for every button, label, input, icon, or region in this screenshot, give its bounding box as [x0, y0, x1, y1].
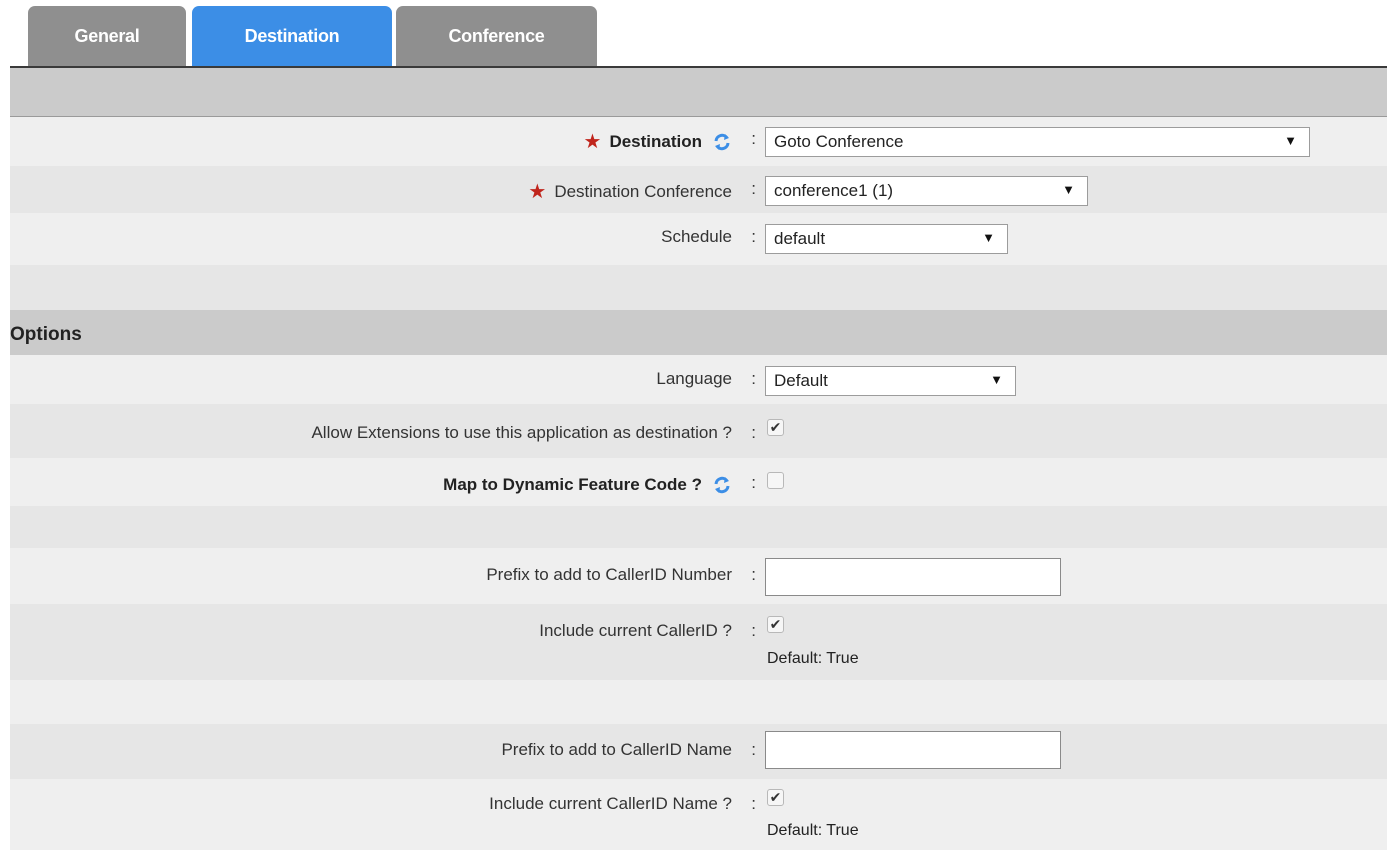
row-prefix-name: Prefix to add to CallerID Name :	[10, 724, 1387, 779]
schedule-select[interactable]: default ▼	[765, 224, 1008, 254]
row-map-dynamic: Map to Dynamic Feature Code ? :	[10, 458, 1387, 506]
colon: :	[751, 129, 756, 148]
include-callerid-name-label-text: Include current CallerID Name ?	[489, 794, 732, 813]
destination-select-value: Goto Conference	[774, 132, 904, 151]
options-section-header: Options	[10, 310, 1387, 355]
colon: :	[751, 423, 756, 442]
required-icon: ★	[583, 131, 602, 153]
colon: :	[751, 179, 756, 198]
colon: :	[751, 473, 756, 492]
include-callerid-name-label: Include current CallerID Name ?	[489, 794, 732, 814]
map-dynamic-label-text: Map to Dynamic Feature Code ?	[443, 475, 702, 494]
chevron-down-icon: ▼	[990, 372, 1003, 387]
row-prefix-number: Prefix to add to CallerID Number :	[10, 548, 1387, 604]
destination-conference-label: ★ Destination Conference	[528, 179, 732, 204]
tab-destination[interactable]: Destination	[192, 6, 392, 66]
schedule-label: Schedule	[661, 227, 732, 247]
include-callerid-name-default-note: Default: True	[767, 822, 859, 839]
schedule-value: default	[774, 229, 826, 248]
destination-conference-select[interactable]: conference1 (1) ▼	[765, 176, 1088, 206]
colon: :	[751, 740, 756, 759]
prefix-name-label-text: Prefix to add to CallerID Name	[501, 740, 732, 759]
colon: :	[751, 565, 756, 584]
colon: :	[751, 621, 756, 640]
destination-label: ★ Destination	[584, 129, 733, 154]
language-value: Default	[774, 371, 828, 390]
include-callerid-label: Include current CallerID ?	[539, 621, 732, 641]
colon: :	[751, 369, 756, 388]
include-callerid-name-checkbox[interactable]: ✔	[767, 789, 784, 806]
include-callerid-checkbox[interactable]: ✔	[767, 616, 784, 633]
row-schedule: Schedule : default ▼	[10, 213, 1387, 265]
row-allow-extensions: Allow Extensions to use this application…	[10, 404, 1387, 458]
prefix-number-input[interactable]	[765, 558, 1061, 596]
language-label-text: Language	[656, 369, 732, 388]
chevron-down-icon: ▼	[1284, 133, 1297, 148]
required-icon: ★	[528, 181, 547, 203]
colon: :	[751, 794, 756, 813]
destination-conference-label-text: Destination Conference	[554, 181, 732, 201]
spacer-row	[10, 265, 1387, 310]
language-select[interactable]: Default ▼	[765, 366, 1016, 396]
refresh-icon[interactable]	[712, 475, 732, 495]
chevron-down-icon: ▼	[982, 230, 995, 245]
tab-bar: General Destination Conference	[0, 0, 1387, 68]
allow-extensions-checkbox[interactable]: ✔	[767, 419, 784, 436]
chevron-down-icon: ▼	[1062, 182, 1075, 197]
include-callerid-default-note: Default: True	[767, 650, 859, 667]
tab-general[interactable]: General	[28, 6, 186, 66]
row-include-callerid: Include current CallerID ? : ✔ Default: …	[10, 604, 1387, 680]
spacer-row	[10, 506, 1387, 548]
map-dynamic-label: Map to Dynamic Feature Code ?	[443, 475, 732, 495]
colon: :	[751, 227, 756, 246]
options-title: Options	[10, 324, 82, 345]
section-header-spacer	[10, 68, 1387, 116]
include-callerid-label-text: Include current CallerID ?	[539, 621, 732, 640]
destination-select[interactable]: Goto Conference ▼	[765, 127, 1310, 157]
prefix-number-label-text: Prefix to add to CallerID Number	[486, 565, 732, 584]
row-destination: ★ Destination : Goto Conference ▼	[10, 116, 1387, 166]
schedule-label-text: Schedule	[661, 227, 732, 246]
spacer-row	[10, 680, 1387, 724]
allow-extensions-label: Allow Extensions to use this application…	[311, 423, 732, 443]
prefix-name-label: Prefix to add to CallerID Name	[501, 740, 732, 760]
tab-conference[interactable]: Conference	[396, 6, 597, 66]
refresh-icon[interactable]	[712, 132, 732, 152]
map-dynamic-checkbox[interactable]	[767, 472, 784, 489]
prefix-name-input[interactable]	[765, 731, 1061, 769]
row-language: Language : Default ▼	[10, 355, 1387, 404]
row-include-callerid-name: Include current CallerID Name ? : ✔ Defa…	[10, 779, 1387, 850]
row-destination-conference: ★ Destination Conference : conference1 (…	[10, 166, 1387, 213]
destination-label-text: Destination	[609, 131, 702, 151]
destination-conference-value: conference1 (1)	[774, 181, 894, 200]
language-label: Language	[656, 369, 732, 389]
allow-extensions-label-text: Allow Extensions to use this application…	[311, 423, 732, 442]
prefix-number-label: Prefix to add to CallerID Number	[486, 565, 732, 585]
